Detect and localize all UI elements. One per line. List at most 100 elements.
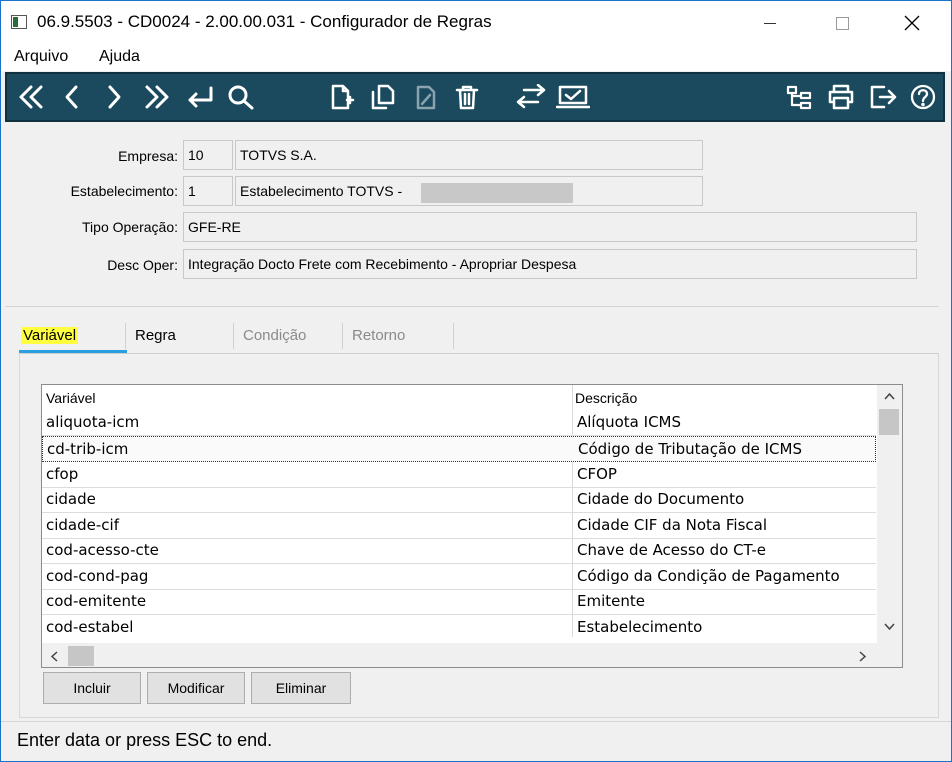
menu-ajuda[interactable]: Ajuda (99, 48, 140, 66)
confirm-icon (556, 85, 590, 109)
tab-separator (125, 323, 126, 349)
table-row[interactable]: cidade Cidade do Documento (42, 487, 876, 513)
next-icon (108, 85, 121, 109)
column-header-variavel[interactable]: Variável (46, 390, 96, 406)
tab-variavel-label: Variável (21, 327, 79, 344)
print-button[interactable] (825, 80, 857, 114)
tab-retorno[interactable]: Retorno (352, 327, 405, 344)
table-row[interactable]: cod-cond-pag Código da Condição de Pagam… (42, 564, 876, 590)
exit-button[interactable] (867, 80, 899, 114)
table-row-selected[interactable]: cd-trib-icm Código de Tributação de ICMS (42, 436, 876, 462)
vertical-scrollbar[interactable] (877, 385, 902, 645)
previous-record-button[interactable] (59, 80, 85, 114)
column-header-descricao[interactable]: Descrição (575, 390, 637, 406)
next-record-button[interactable] (101, 80, 127, 114)
edit-button[interactable] (411, 80, 443, 114)
table-row[interactable]: cidade-cif Cidade CIF da Nota Fiscal (42, 513, 876, 539)
table-row[interactable]: cod-estabel Estabelecimento (42, 615, 876, 641)
confirm-button[interactable] (555, 80, 591, 114)
horizontal-scrollbar[interactable] (42, 643, 877, 667)
redacted-block (421, 183, 573, 203)
tab-separator (233, 323, 234, 349)
minimize-button[interactable] (747, 1, 793, 45)
cell-variavel: cd-trib-icm (47, 440, 129, 458)
scroll-down-icon[interactable] (884, 623, 895, 631)
maximize-button[interactable] (819, 1, 865, 45)
table-row[interactable]: cod-emitente Emitente (42, 589, 876, 615)
estabelecimento-code-field[interactable]: 1 (183, 176, 233, 206)
swap-button[interactable] (511, 80, 551, 114)
desc-oper-label: Desc Oper: (107, 257, 178, 273)
modificar-label: Modificar (167, 680, 225, 696)
empresa-code-field[interactable]: 10 (183, 140, 233, 170)
exit-icon (870, 85, 897, 109)
vertical-scroll-thumb[interactable] (879, 409, 899, 435)
minimize-icon (764, 22, 776, 24)
tree-button[interactable] (783, 80, 815, 114)
print-icon (828, 84, 854, 110)
scroll-up-icon[interactable] (884, 392, 895, 400)
new-button[interactable] (325, 80, 357, 114)
window-title: 06.9.5503 - CD0024 - 2.00.00.031 - Confi… (37, 12, 492, 31)
cell-variavel: cidade (46, 490, 96, 508)
cell-variavel: cod-estabel (46, 618, 134, 636)
table-row[interactable]: cfop CFOP (42, 462, 876, 488)
cell-descricao: Emitente (577, 592, 645, 610)
empresa-name-field[interactable]: TOTVS S.A. (235, 140, 703, 170)
table-row[interactable]: cod-acesso-cte Chave de Acesso do CT-e (42, 538, 876, 564)
status-bar: Enter data or press ESC to end. (1, 721, 951, 761)
cell-descricao: Chave de Acesso do CT-e (577, 541, 766, 559)
last-record-button[interactable] (141, 80, 173, 114)
status-text: Enter data or press ESC to end. (17, 730, 273, 750)
title-bar: 06.9.5503 - CD0024 - 2.00.00.031 - Confi… (1, 1, 951, 45)
cell-descricao: CFOP (577, 465, 617, 483)
new-icon (331, 84, 355, 110)
tree-icon (786, 85, 812, 110)
horizontal-scroll-thumb[interactable] (68, 646, 94, 666)
eliminar-label: Eliminar (275, 680, 327, 696)
swap-icon (516, 84, 546, 109)
modificar-button[interactable]: Modificar (147, 672, 245, 704)
tipo-operacao-field[interactable]: GFE-RE (183, 212, 917, 242)
previous-icon (65, 85, 78, 109)
toolbar (5, 72, 945, 122)
menu-bar: Arquivo Ajuda (1, 45, 951, 71)
copy-icon (371, 84, 395, 110)
eliminar-button[interactable]: Eliminar (251, 672, 351, 704)
tab-condicao[interactable]: Condição (243, 327, 306, 344)
help-button[interactable] (907, 80, 939, 114)
close-button[interactable] (889, 1, 935, 45)
grid-header: Variável Descrição (42, 385, 876, 410)
scroll-left-icon[interactable] (50, 651, 58, 662)
menu-arquivo[interactable]: Arquivo (14, 48, 68, 66)
tab-variavel[interactable]: Variável (21, 327, 79, 344)
incluir-label: Incluir (73, 680, 111, 696)
tab-regra[interactable]: Regra (135, 327, 176, 344)
cell-descricao: Cidade CIF da Nota Fiscal (577, 516, 768, 534)
incluir-button[interactable]: Incluir (43, 672, 141, 704)
delete-icon (455, 85, 479, 110)
copy-button[interactable] (367, 80, 399, 114)
cell-variavel: cfop (46, 465, 79, 483)
estabelecimento-label: Estabelecimento: (70, 183, 178, 199)
cell-descricao: Estabelecimento (577, 618, 703, 636)
search-icon (228, 85, 254, 110)
cell-variavel: cod-cond-pag (46, 567, 149, 585)
first-record-button[interactable] (15, 80, 47, 114)
app-window: 06.9.5503 - CD0024 - 2.00.00.031 - Confi… (0, 0, 952, 762)
edit-icon (416, 85, 436, 110)
search-button[interactable] (225, 80, 257, 114)
delete-button[interactable] (451, 80, 483, 114)
cell-descricao: Cidade do Documento (577, 490, 745, 508)
table-row[interactable]: aliquota-icm Alíquota ICMS (42, 410, 876, 436)
scroll-right-icon[interactable] (859, 651, 867, 662)
cell-variavel: cod-acesso-cte (46, 541, 159, 559)
cell-descricao: Código da Condição de Pagamento (577, 567, 840, 585)
cell-variavel: cidade-cif (46, 516, 119, 534)
last-icon (145, 85, 169, 109)
desc-oper-field[interactable]: Integração Docto Frete com Recebimento -… (183, 249, 917, 279)
maximize-icon (835, 16, 849, 30)
goto-button[interactable] (183, 80, 217, 114)
scrollbar-corner (877, 643, 902, 667)
variables-grid[interactable]: Variável Descrição aliquota-icm Alíquota… (41, 384, 903, 668)
